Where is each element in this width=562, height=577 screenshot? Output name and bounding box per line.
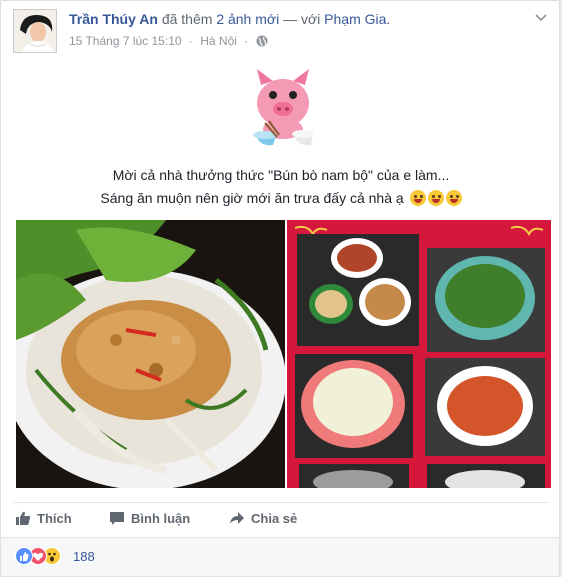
like-label: Thích [37, 510, 72, 526]
tagged-person[interactable]: Phạm Gia [324, 11, 386, 27]
like-reaction-icon [15, 547, 33, 565]
post-location[interactable]: Hà Nội [200, 34, 237, 48]
reaction-count[interactable]: 188 [73, 549, 95, 564]
share-label: Chia sẻ [251, 510, 298, 526]
tongue-wink-emoji-icon [445, 190, 462, 206]
post-timestamp[interactable]: 15 Tháng 7 lúc 15:10 [69, 34, 182, 48]
meta-separator: · [188, 34, 193, 48]
with-text: — với [283, 11, 321, 27]
reactions-bar: 188 [1, 537, 559, 576]
comment-icon [110, 512, 124, 525]
action-text: đã thêm [161, 11, 213, 27]
message-line-2: Sáng ăn muộn nên giờ mới ăn trưa đấy cả … [100, 190, 404, 206]
photo-collage-ingredients[interactable] [287, 220, 551, 488]
message-line-1: Mời cả nhà thưởng thức "Bún bò nam bộ" c… [112, 167, 450, 183]
post-meta: 15 Tháng 7 lúc 15:10 · Hà Nội · [69, 34, 268, 50]
post-card: Trần Thúy An đã thêm 2 ảnh mới — với Phạ… [0, 0, 560, 577]
actions-divider [13, 502, 549, 503]
comment-button[interactable]: Bình luận [109, 506, 190, 530]
post-header-line: Trần Thúy An đã thêm 2 ảnh mới — với Phạ… [69, 11, 390, 27]
share-button[interactable]: Chia sẻ [229, 506, 297, 530]
message-line-2-row: Sáng ăn muộn nên giờ mới ăn trưa đấy cả … [1, 190, 559, 206]
chevron-down-icon[interactable] [533, 9, 549, 25]
post-actions: Thích Bình luận Chia sẻ [13, 506, 549, 530]
comment-label: Bình luận [131, 510, 191, 526]
photos-link[interactable]: 2 ảnh mới [216, 11, 279, 27]
pig-sticker [237, 63, 329, 155]
author-name[interactable]: Trần Thúy An [69, 11, 158, 27]
photo-bun-bo-bowl[interactable] [6, 220, 286, 490]
reaction-icons[interactable] [15, 547, 75, 565]
globe-icon[interactable] [256, 35, 268, 50]
meta-separator-2: · [244, 34, 249, 48]
tongue-wink-emoji-icon [427, 190, 444, 206]
post-header: Trần Thúy An đã thêm 2 ảnh mới — với Phạ… [13, 9, 549, 53]
like-button[interactable]: Thích [15, 506, 72, 530]
period: . [386, 11, 391, 27]
share-icon [230, 512, 244, 524]
avatar[interactable] [13, 9, 57, 53]
tongue-wink-emoji-icon [409, 190, 426, 206]
thumbs-up-icon [16, 511, 31, 525]
